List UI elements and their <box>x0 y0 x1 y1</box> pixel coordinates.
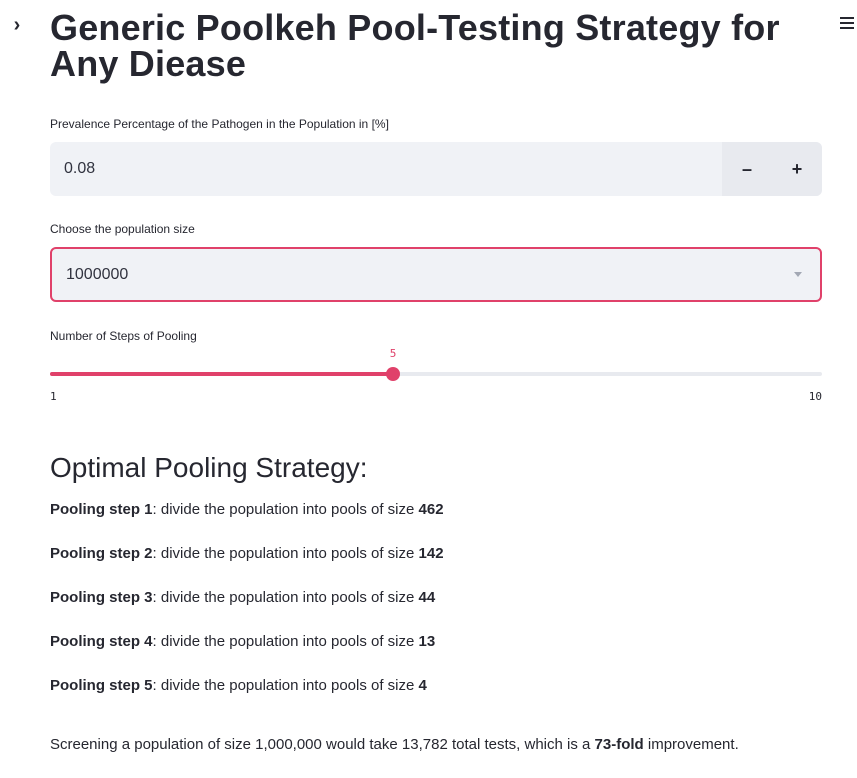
hamburger-menu-icon[interactable] <box>838 14 856 36</box>
pooling-step-item: Pooling step 3: divide the population in… <box>50 588 830 632</box>
improvement-fold: 73-fold <box>594 736 644 753</box>
pooling-step-item: Pooling step 1: divide the population in… <box>50 500 830 544</box>
pooling-step-item: Pooling step 4: divide the population in… <box>50 632 830 676</box>
pooling-steps-list: Pooling step 1: divide the population in… <box>50 500 830 720</box>
sidebar-toggle-chevron-icon[interactable]: › <box>8 14 26 36</box>
pooling-step-label: Pooling step 2 <box>50 545 153 562</box>
pooling-step-text: : divide the population into pools of si… <box>152 545 419 562</box>
pooling-step-text: : divide the population into pools of si… <box>152 501 419 518</box>
prevalence-number-input: – + <box>50 142 822 196</box>
pool-size-value: 13 <box>418 633 436 650</box>
pooling-step-text: : divide the population into pools of si… <box>152 589 419 606</box>
pooling-step-label: Pooling step 4 <box>50 633 153 650</box>
pooling-steps-label: Number of Steps of Pooling <box>50 329 197 343</box>
population-size-label: Choose the population size <box>50 222 195 236</box>
decrement-button[interactable]: – <box>722 142 772 196</box>
pool-size-value: 142 <box>418 545 444 562</box>
pool-size-value: 4 <box>418 677 427 694</box>
prevalence-stepper: – + <box>722 142 822 196</box>
slider-thumb[interactable] <box>386 367 401 381</box>
population-size-selected-value: 1000000 <box>66 266 129 283</box>
pooling-step-item: Pooling step 2: divide the population in… <box>50 544 830 588</box>
slider-current-value: 5 <box>389 347 397 360</box>
pooling-step-text: : divide the population into pools of si… <box>152 677 419 694</box>
prevalence-input[interactable] <box>50 142 722 196</box>
increment-button[interactable]: + <box>772 142 822 196</box>
pooling-steps-slider[interactable]: 5 1 10 <box>50 345 822 405</box>
pooling-step-label: Pooling step 3 <box>50 589 153 606</box>
strategy-heading: Optimal Pooling Strategy: <box>50 452 368 483</box>
chevron-down-icon <box>794 272 802 277</box>
pooling-step-text: : divide the population into pools of si… <box>152 633 419 650</box>
prevalence-label: Prevalence Percentage of the Pathogen in… <box>50 117 389 131</box>
summary-prefix: Screening a population of size 1,000,000… <box>50 736 595 753</box>
pooling-step-label: Pooling step 1 <box>50 501 153 518</box>
pooling-step-item: Pooling step 5: divide the population in… <box>50 676 830 720</box>
pooling-step-label: Pooling step 5 <box>50 677 153 694</box>
summary-text: Screening a population of size 1,000,000… <box>50 733 830 757</box>
slider-max-label: 10 <box>808 390 822 403</box>
pool-size-value: 462 <box>418 501 444 518</box>
pool-size-value: 44 <box>418 589 436 606</box>
summary-suffix: improvement. <box>643 736 739 753</box>
page-title: Generic Poolkeh Pool-Testing Strategy fo… <box>50 7 780 84</box>
slider-fill <box>50 372 394 376</box>
slider-min-label: 1 <box>50 390 57 403</box>
population-size-select[interactable]: 1000000 <box>50 247 822 302</box>
